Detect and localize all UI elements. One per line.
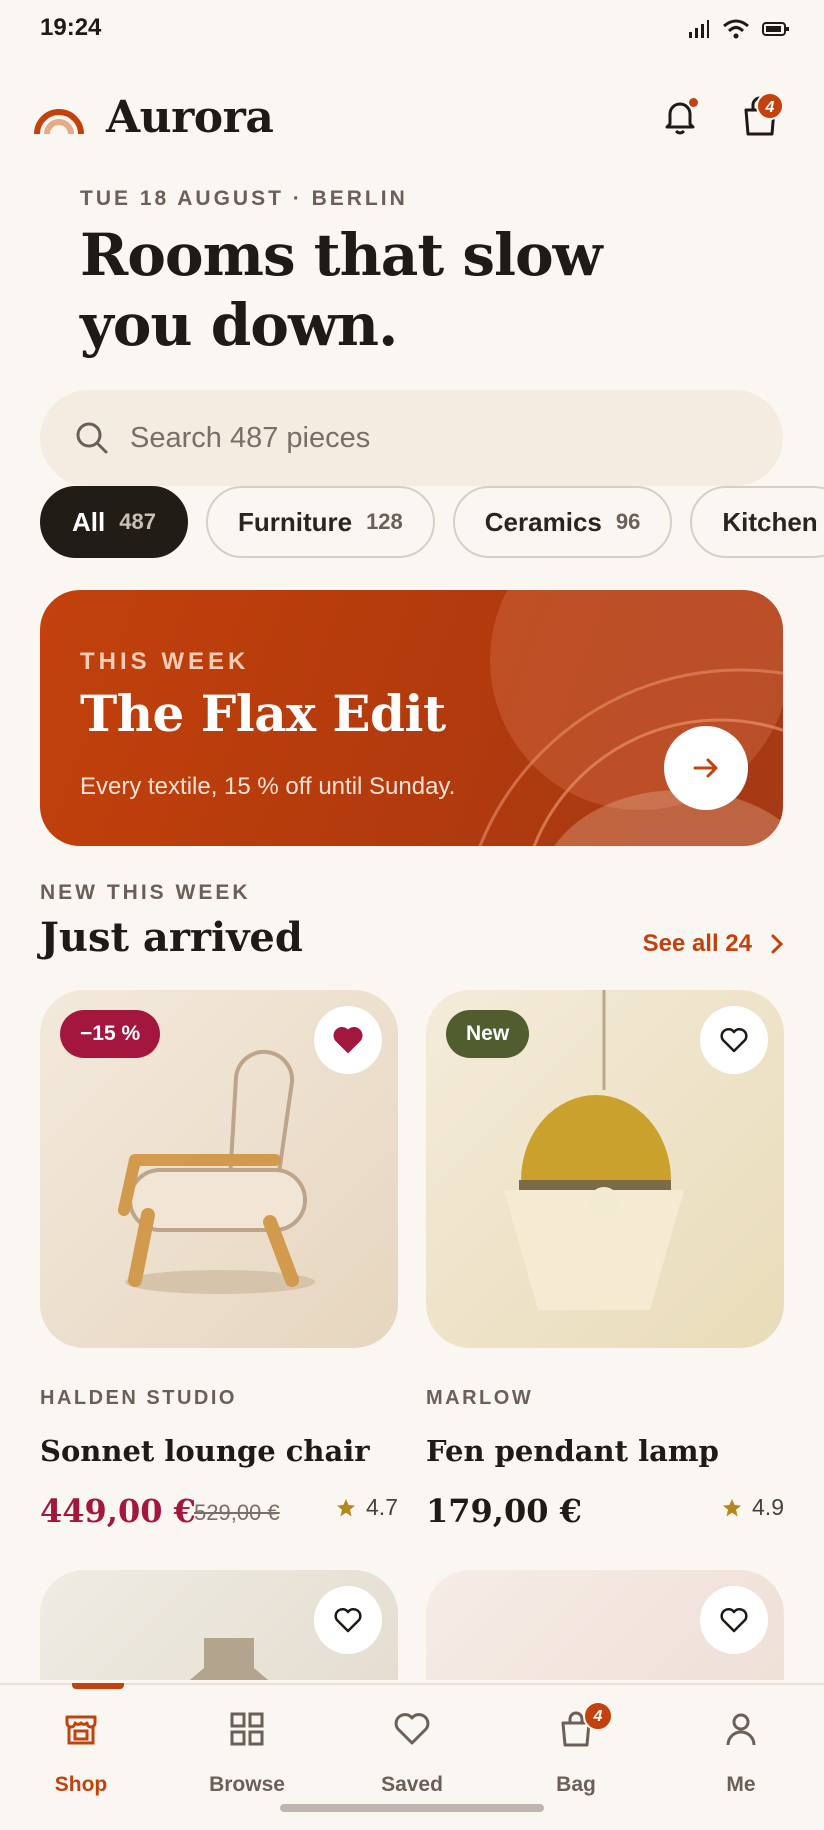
promo-kicker: THIS WEEK: [80, 648, 250, 675]
wifi-icon: [723, 19, 749, 39]
promo-subtitle: Every textile, 15 % off until Sunday.: [80, 773, 456, 800]
product-price: 449,00 €: [40, 1492, 196, 1530]
battery-icon: [762, 22, 789, 36]
tab-label: Shop: [54, 1773, 108, 1796]
search-input[interactable]: [130, 414, 730, 462]
chip-kitchen[interactable]: Kitchen: [690, 486, 824, 558]
chip-label: Kitchen: [722, 506, 818, 537]
dateline: TUE 18 AUGUST · BERLIN: [80, 187, 408, 210]
star-icon: [337, 1498, 356, 1516]
favorite-button[interactable]: [314, 1586, 382, 1654]
home-indicator[interactable]: [280, 1804, 544, 1812]
product-name: Fen pendant lamp: [426, 1434, 719, 1468]
store-icon: [65, 1715, 97, 1745]
favorite-button[interactable]: [700, 1006, 768, 1074]
aurora-logo-icon: [34, 109, 84, 135]
chevron-right-icon: [771, 934, 784, 954]
grid-icon: [230, 1712, 264, 1746]
tab-shop[interactable]: Shop: [16, 1683, 146, 1805]
chip-all[interactable]: All 487: [40, 486, 188, 558]
bag-count-badge: 4: [756, 92, 784, 120]
chip-label: Ceramics: [484, 506, 602, 537]
tab-label: Me: [726, 1773, 756, 1796]
discount-badge: −15 %: [60, 1010, 161, 1058]
star-icon: [723, 1498, 742, 1516]
chip-count: 128: [366, 509, 403, 534]
brand-name: Aurora: [106, 92, 274, 143]
promo-arrow-button[interactable]: [664, 726, 748, 810]
status-bar: 19:24: [0, 0, 824, 56]
search-icon: [76, 422, 108, 454]
arrow-right-icon: [693, 758, 718, 778]
tab-label: Bag: [556, 1773, 596, 1796]
app-header: Aurora 4: [34, 88, 790, 148]
status-icons: [688, 18, 790, 40]
see-all-label: See all 24: [642, 930, 752, 957]
section-kicker: NEW THIS WEEK: [40, 881, 251, 904]
notification-dot: [689, 98, 698, 107]
tab-label: Browse: [209, 1773, 285, 1796]
heart-icon: [394, 1713, 430, 1745]
product-price: 179,00 €: [426, 1492, 582, 1530]
product-brand: MARLOW: [426, 1387, 534, 1409]
page-headline: Rooms that slow you down.: [80, 221, 603, 359]
bag-button[interactable]: 4: [738, 92, 784, 138]
favorite-button[interactable]: [700, 1586, 768, 1654]
product-card[interactable]: −15 % HALDEN STUDIO Sonnet lounge chair …: [40, 990, 398, 1530]
product-name: Sonnet lounge chair: [40, 1434, 370, 1468]
product-rating: 4.9: [722, 1494, 784, 1521]
status-time: 19:24: [40, 14, 102, 41]
tab-saved[interactable]: Saved: [347, 1685, 477, 1805]
tab-bag[interactable]: 4 Bag: [511, 1685, 641, 1805]
product-card-partial[interactable]: [40, 1570, 398, 1680]
chip-count: 96: [615, 509, 641, 534]
bag-count-badge: 4: [583, 1701, 613, 1731]
section-title: Just arrived: [40, 914, 303, 961]
product-rating: 4.7: [336, 1494, 398, 1521]
product-card[interactable]: New MARLOW Fen pendant lamp 179,00 € 4.9: [426, 990, 784, 1530]
rating-value: 4.9: [752, 1494, 784, 1520]
tab-me[interactable]: Me: [676, 1685, 806, 1805]
search-bar[interactable]: [40, 390, 783, 486]
heart-outline-icon: [720, 1607, 748, 1633]
heart-outline-icon: [334, 1607, 362, 1633]
tab-label: Saved: [381, 1773, 443, 1796]
heart-outline-icon: [720, 1027, 748, 1053]
rating-value: 4.7: [366, 1494, 398, 1520]
person-icon: [726, 1713, 756, 1746]
promo-banner[interactable]: THIS WEEK The Flax Edit Every textile, 1…: [40, 590, 783, 846]
heart-filled-icon: [333, 1027, 363, 1053]
product-old-price: 529,00 €: [194, 1500, 280, 1525]
tab-browse[interactable]: Browse: [182, 1685, 312, 1805]
chip-furniture[interactable]: Furniture 128: [205, 486, 435, 558]
chip-label: All: [72, 506, 106, 537]
product-card-partial[interactable]: [426, 1570, 784, 1680]
product-image[interactable]: New: [426, 990, 784, 1348]
chip-ceramics[interactable]: Ceramics 96: [452, 486, 673, 558]
see-all-link[interactable]: See all 24: [643, 930, 784, 958]
chip-label: Furniture: [237, 506, 353, 537]
product-image[interactable]: −15 %: [40, 990, 398, 1348]
active-tab-indicator: [72, 1683, 124, 1689]
category-chips: All 487 Furniture 128 Ceramics 96 Kitche…: [40, 486, 824, 558]
new-badge: New: [446, 1010, 530, 1058]
promo-title: The Flax Edit: [80, 684, 446, 743]
chip-count: 487: [119, 509, 156, 534]
signal-icon: [689, 20, 709, 38]
product-brand: HALDEN STUDIO: [40, 1387, 237, 1409]
favorite-button[interactable]: [314, 1006, 382, 1074]
